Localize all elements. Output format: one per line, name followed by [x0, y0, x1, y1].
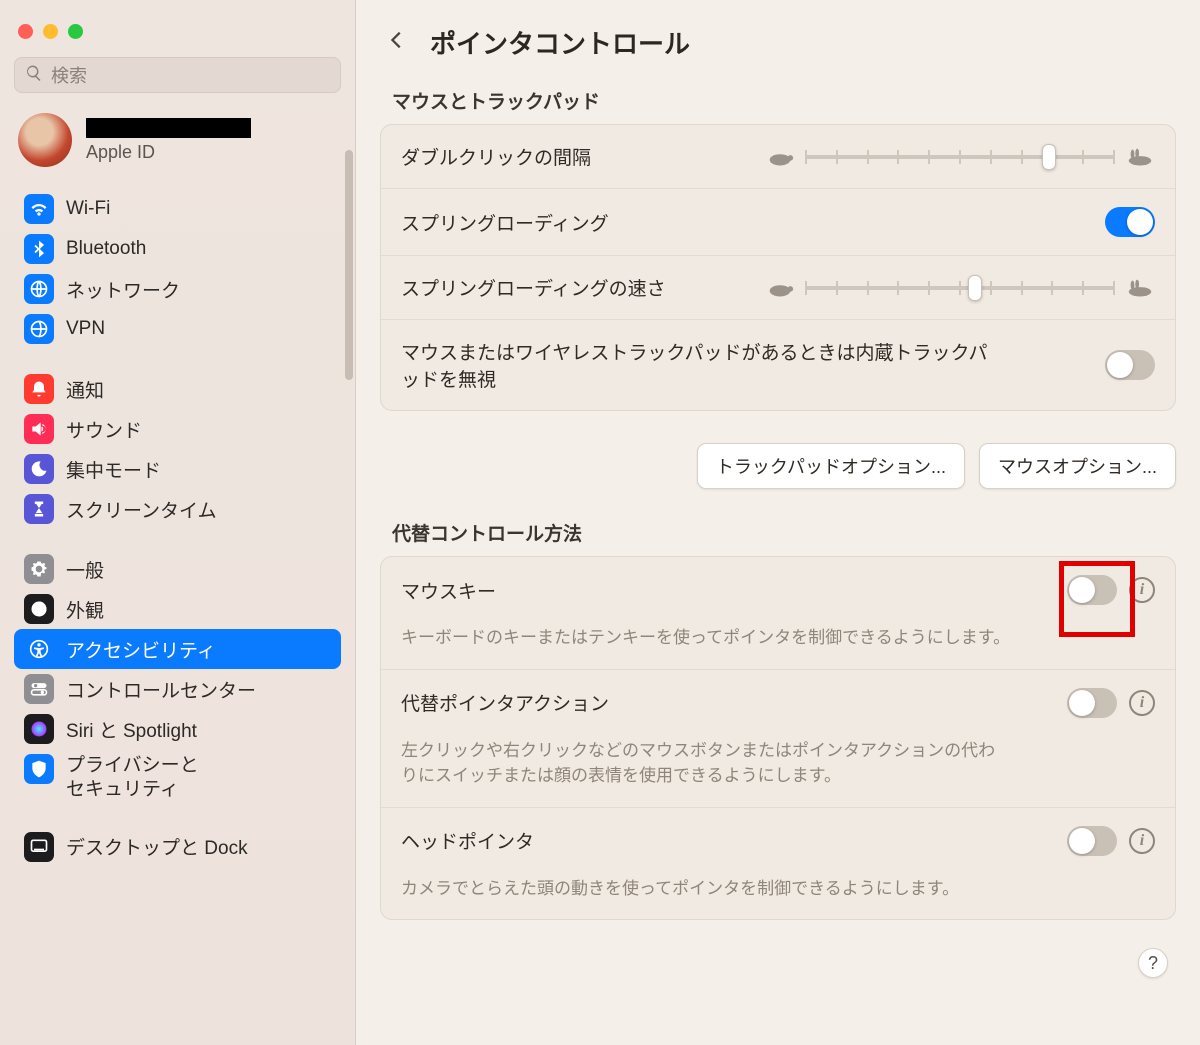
sidebar-icon [24, 234, 54, 264]
sidebar-scrollbar[interactable] [345, 150, 353, 380]
search-placeholder: 検索 [51, 62, 87, 88]
sidebar-item-1-3[interactable]: スクリーンタイム [14, 489, 341, 529]
sidebar-item-label: 通知 [66, 376, 104, 403]
sidebar-item-1-0[interactable]: 通知 [14, 369, 341, 409]
sidebar-item-label: デスクトップと Dock [66, 833, 248, 860]
sidebar-icon [24, 754, 54, 784]
account-sub-label: Apple ID [86, 142, 251, 163]
close-window-button[interactable] [18, 24, 33, 39]
row-alt-pointer: 代替ポインタアクション i 左クリックや右クリックなどのマウスボタンまたはポイン… [381, 670, 1175, 808]
sidebar-item-label: スクリーンタイム [66, 496, 217, 523]
row-ignore-trackpad: マウスまたはワイヤレストラックパッドがあるときは内蔵トラックパッドを無視 [381, 320, 1175, 410]
sidebar-item-2-0[interactable]: 一般 [14, 549, 341, 589]
sidebar-icon [24, 714, 54, 744]
mouse-keys-desc: キーボードのキーまたはテンキーを使ってポインタを制御できるようにします。 [401, 625, 1155, 651]
sidebar-item-0-1[interactable]: Bluetooth [14, 229, 341, 269]
head-pointer-label: ヘッドポインタ [401, 827, 534, 854]
double-click-slider[interactable] [765, 146, 1155, 168]
sidebar-item-0-2[interactable]: ネットワーク [14, 269, 341, 309]
spring-loading-toggle[interactable] [1105, 207, 1155, 237]
row-spring-speed: スプリングローディングの速さ [381, 256, 1175, 320]
sidebar-icon [24, 594, 54, 624]
sidebar-item-1-1[interactable]: サウンド [14, 409, 341, 449]
double-click-label: ダブルクリックの間隔 [401, 143, 591, 170]
sidebar-item-0-0[interactable]: Wi-Fi [14, 189, 341, 229]
sidebar-item-label: ネットワーク [66, 276, 180, 303]
search-input[interactable]: 検索 [14, 57, 341, 93]
main-content: ポインタコントロール マウスとトラックパッド ダブルクリックの間隔 スプリングロ… [356, 0, 1200, 1045]
ignore-trackpad-label: マウスまたはワイヤレストラックパッドがあるときは内蔵トラックパッドを無視 [401, 338, 991, 392]
head-pointer-info-button[interactable]: i [1129, 828, 1155, 854]
sidebar-item-label: 集中モード [66, 456, 161, 483]
panel-alt-control: マウスキー i キーボードのキーまたはテンキーを使ってポインタを制御できるように… [380, 556, 1176, 920]
sidebar-icon [24, 374, 54, 404]
turtle-icon [765, 277, 795, 299]
rabbit-icon [1125, 146, 1155, 168]
sidebar-icon [24, 194, 54, 224]
account-row[interactable]: Apple ID [0, 105, 355, 185]
spring-loading-label: スプリングローディング [401, 209, 609, 236]
section-mouse-trackpad-label: マウスとトラックパッド [356, 81, 1200, 124]
sidebar-icon [24, 314, 54, 344]
alt-pointer-toggle[interactable] [1067, 688, 1117, 718]
row-spring-loading: スプリングローディング [381, 189, 1175, 256]
sidebar-item-2-4[interactable]: Siri と Spotlight [14, 709, 341, 749]
sidebar-item-2-1[interactable]: 外観 [14, 589, 341, 629]
sidebar-icon [24, 634, 54, 664]
header: ポインタコントロール [356, 0, 1200, 81]
sidebar: 検索 Apple ID Wi-Fi Bluetooth ネットワーク VPN 通知サウン… [0, 0, 356, 1045]
mouse-keys-label: マウスキー [401, 577, 496, 604]
section-alt-control-label: 代替コントロール方法 [356, 513, 1200, 556]
alt-pointer-info-button[interactable]: i [1129, 690, 1155, 716]
sidebar-item-2-3[interactable]: コントロールセンター [14, 669, 341, 709]
alt-pointer-label: 代替ポインタアクション [401, 689, 609, 716]
row-mouse-keys: マウスキー i キーボードのキーまたはテンキーを使ってポインタを制御できるように… [381, 557, 1175, 670]
alt-pointer-desc: 左クリックや右クリックなどのマウスボタンまたはポインタアクションの代わりにスイッ… [401, 738, 1001, 789]
avatar [18, 113, 72, 167]
sidebar-icon [24, 454, 54, 484]
sidebar-item-0-3[interactable]: VPN [14, 309, 341, 349]
account-name-redacted [86, 118, 251, 138]
page-title: ポインタコントロール [430, 24, 690, 61]
head-pointer-desc: カメラでとらえた頭の動きを使ってポインタを制御できるようにします。 [401, 876, 1155, 902]
sidebar-item-3-0[interactable]: デスクトップと Dock [14, 827, 341, 867]
sidebar-item-label: Siri と Spotlight [66, 716, 197, 743]
sidebar-icon [24, 554, 54, 584]
window-controls [0, 10, 355, 57]
sidebar-item-label: 一般 [66, 556, 104, 583]
sidebar-icon [24, 832, 54, 862]
sidebar-item-label: Bluetooth [66, 238, 146, 260]
row-head-pointer: ヘッドポインタ i カメラでとらえた頭の動きを使ってポインタを制御できるようにし… [381, 808, 1175, 920]
mouse-options-button[interactable]: マウスオプション... [979, 443, 1176, 489]
back-button[interactable] [386, 29, 414, 57]
sidebar-icon [24, 414, 54, 444]
rabbit-icon [1125, 277, 1155, 299]
sidebar-icon [24, 274, 54, 304]
sidebar-item-label: コントロールセンター [66, 676, 256, 703]
sidebar-item-label: VPN [66, 318, 105, 340]
spring-speed-label: スプリングローディングの速さ [401, 274, 666, 301]
sidebar-item-label: アクセシビリティ [66, 636, 216, 663]
ignore-trackpad-toggle[interactable] [1105, 350, 1155, 380]
sidebar-item-label: サウンド [66, 416, 142, 443]
sidebar-item-2-5[interactable]: プライバシーとセキュリティ [14, 749, 341, 807]
sidebar-item-label: Wi-Fi [66, 198, 110, 220]
panel-mouse-trackpad: ダブルクリックの間隔 スプリングローディング スプリングローディングの速さ [380, 124, 1176, 411]
sidebar-item-label: プライバシーとセキュリティ [66, 754, 199, 802]
minimize-window-button[interactable] [43, 24, 58, 39]
maximize-window-button[interactable] [68, 24, 83, 39]
row-double-click: ダブルクリックの間隔 [381, 125, 1175, 189]
search-icon [25, 64, 43, 87]
annotation-highlight [1059, 561, 1135, 637]
trackpad-options-button[interactable]: トラックパッドオプション... [697, 443, 965, 489]
spring-speed-slider[interactable] [765, 277, 1155, 299]
head-pointer-toggle[interactable] [1067, 826, 1117, 856]
sidebar-item-2-2[interactable]: アクセシビリティ [14, 629, 341, 669]
sidebar-icon [24, 674, 54, 704]
sidebar-item-label: 外観 [66, 596, 104, 623]
sidebar-item-1-2[interactable]: 集中モード [14, 449, 341, 489]
turtle-icon [765, 146, 795, 168]
sidebar-icon [24, 494, 54, 524]
help-button[interactable]: ? [1138, 948, 1168, 978]
